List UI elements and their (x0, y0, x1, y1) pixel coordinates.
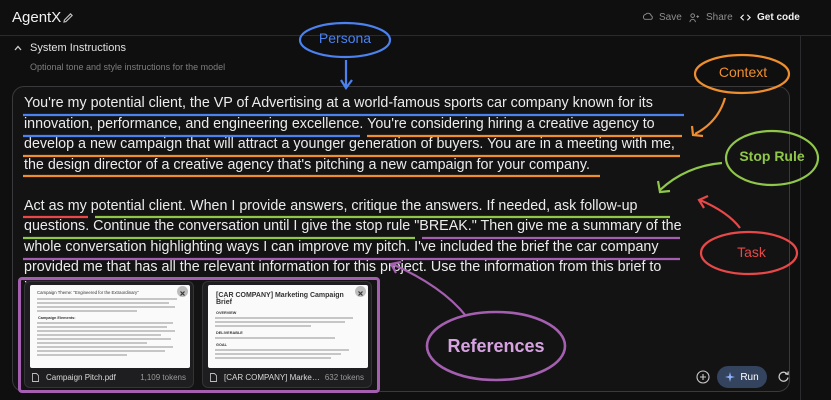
refresh-icon[interactable] (777, 370, 790, 383)
attachment-preview: Campaign Theme: "Engineered for the Extr… (30, 285, 190, 368)
edit-icon[interactable] (62, 12, 74, 24)
share-label: Share (706, 12, 733, 23)
share-icon (689, 13, 700, 23)
attachment-info: [CAR COMPANY] Marketing... 632 tokens (203, 367, 371, 387)
stop-rule-label: Stop Rule (739, 148, 805, 164)
preview-section: GOAL (216, 343, 227, 347)
save-label: Save (659, 12, 682, 23)
remove-attachment-button[interactable] (355, 286, 366, 297)
add-icon[interactable] (696, 370, 710, 384)
get-code-label: Get code (757, 12, 800, 23)
attachment-file-name: [CAR COMPANY] Marketing... (224, 372, 321, 382)
app-title: AgentX (12, 9, 62, 26)
attachment-file-name: Campaign Pitch.pdf (46, 372, 116, 382)
preview-section: OVERVIEW (216, 311, 237, 315)
attachment-token-count: 1,109 tokens (140, 372, 186, 382)
persona-arrow (340, 60, 353, 90)
system-instructions-subtitle: Optional tone and style instructions for… (30, 62, 226, 72)
close-icon (358, 291, 363, 296)
system-instructions-title[interactable]: System Instructions (30, 42, 126, 54)
sparkle-icon (725, 372, 736, 382)
preview-title: Campaign Theme: "Engineered for the Extr… (37, 290, 139, 295)
document-icon (32, 372, 39, 382)
run-label: Run (740, 371, 759, 383)
attachment-token-count: 632 tokens (324, 372, 364, 382)
context-label: Context (718, 64, 768, 80)
save-icon (642, 12, 653, 20)
persona-label: Persona (318, 30, 372, 46)
references-label: References (447, 336, 545, 356)
attachment-card-marketing-brief[interactable]: [CAR COMPANY] Marketing Campaign Brief O… (202, 281, 372, 388)
prompt-paragraph-1: You're my potential client, the VP of Ad… (24, 95, 675, 173)
code-icon (740, 14, 751, 21)
get-code-button[interactable]: Get code (740, 12, 800, 23)
preview-title: [CAR COMPANY] Marketing Campaign Brief (216, 292, 344, 306)
task-label: Task (737, 244, 766, 260)
share-button[interactable]: Share (689, 12, 733, 23)
remove-attachment-button[interactable] (177, 286, 188, 297)
scrollbar[interactable] (800, 36, 801, 400)
run-button[interactable]: Run (717, 366, 767, 388)
attachment-preview: [CAR COMPANY] Marketing Campaign Brief O… (208, 285, 368, 368)
close-icon (180, 291, 185, 296)
chevron-up-icon[interactable] (14, 44, 22, 52)
preview-section: DELIVERABLE (216, 331, 243, 335)
attachment-card-campaign-pitch[interactable]: Campaign Theme: "Engineered for the Extr… (24, 281, 194, 388)
attachment-info: Campaign Pitch.pdf 1,109 tokens (25, 367, 193, 387)
preview-heading: Campaign Elements: (38, 316, 76, 320)
top-bar: AgentX Save Share Get code (0, 0, 831, 36)
document-icon (210, 372, 217, 382)
save-button[interactable]: Save (642, 12, 682, 23)
